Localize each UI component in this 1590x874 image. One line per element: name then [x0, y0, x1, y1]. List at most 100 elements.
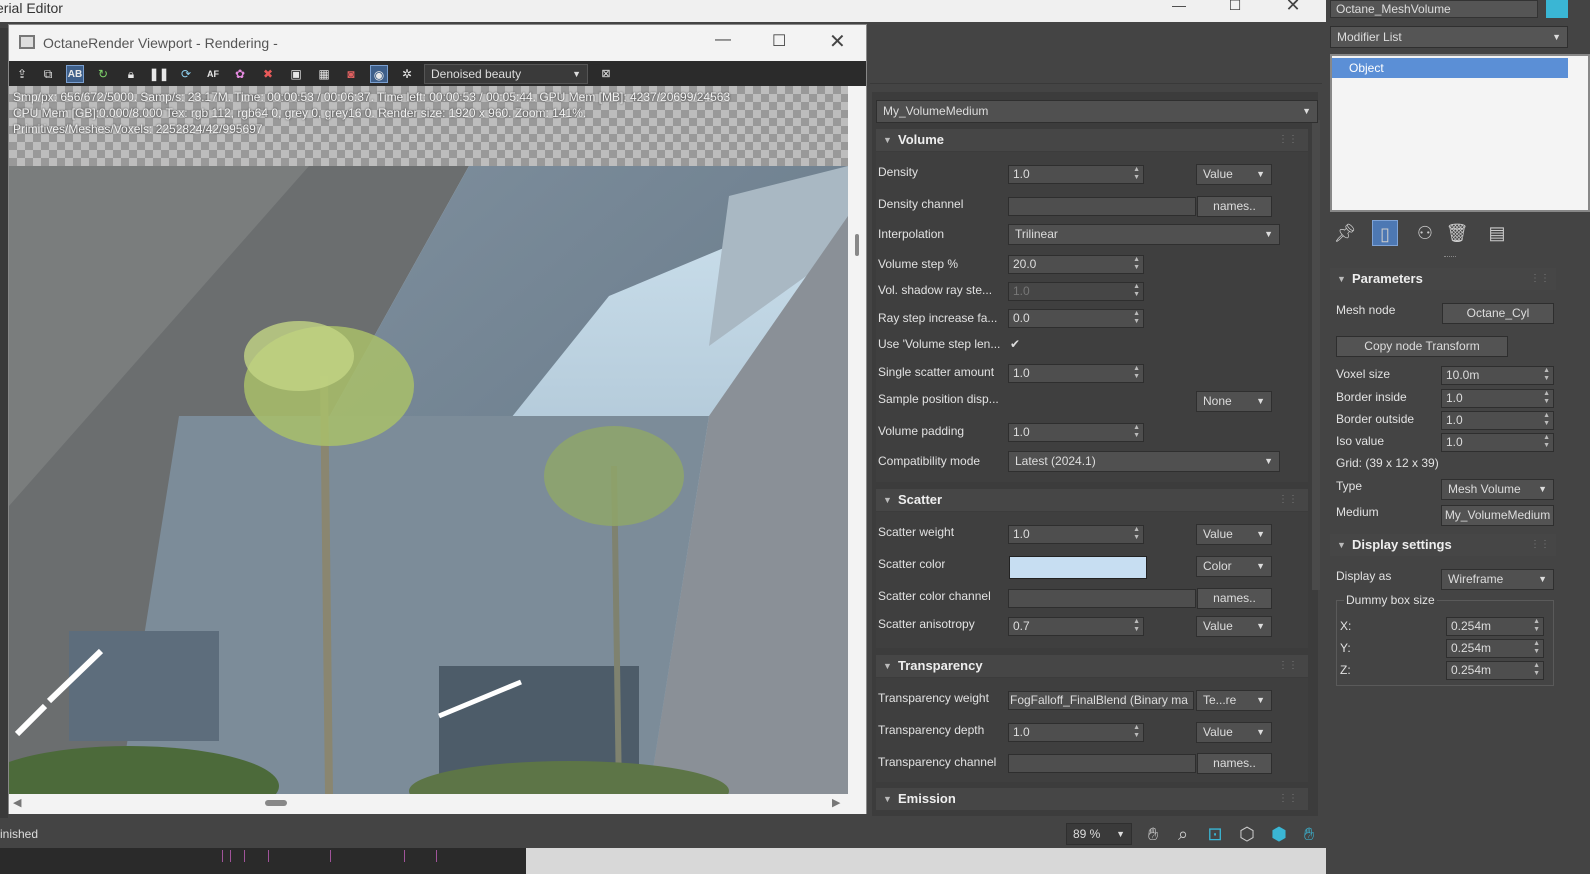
close-icon[interactable]: ✕: [829, 29, 846, 54]
medium-button[interactable]: My_VolumeMedium: [1441, 505, 1554, 526]
mesh-node-button[interactable]: Octane_Cyl: [1442, 303, 1554, 324]
spinner-icon[interactable]: ▲ ▼: [1133, 618, 1140, 634]
scroll-left-icon[interactable]: ◀: [13, 796, 21, 809]
zoom-dropdown[interactable]: 89 % ▼: [1066, 823, 1132, 845]
copy-icon[interactable]: ⧉: [39, 65, 57, 83]
region-select-icon[interactable]: ⊠: [597, 65, 615, 83]
zoom-extents-icon[interactable]: ⬢: [1266, 821, 1292, 847]
transparency-weight-texture[interactable]: FogFalloff_FinalBlend (Binary ma: [1008, 691, 1194, 710]
iso-value-input[interactable]: 1.0 ▲ ▼: [1441, 433, 1554, 452]
density-mode-dropdown[interactable]: Value ▼: [1196, 164, 1272, 185]
transparency-channel-names-button[interactable]: names..: [1197, 753, 1272, 774]
spinner-icon[interactable]: ▲ ▼: [1133, 424, 1140, 440]
parameters-section-header[interactable]: ▼ Parameters ⋮⋮: [1330, 268, 1556, 290]
ray-step-increase-input[interactable]: 0.0 ▲ ▼: [1008, 309, 1144, 328]
restart-icon[interactable]: ↻: [94, 65, 112, 83]
type-dropdown[interactable]: Mesh Volume ▼: [1441, 479, 1554, 500]
scroll-right-icon[interactable]: ▶: [832, 796, 840, 809]
maximize-icon[interactable]: ☐: [772, 31, 786, 51]
spinner-icon[interactable]: ▲ ▼: [1133, 526, 1140, 542]
configure-modifier-sets-icon[interactable]: ▤: [1484, 220, 1510, 246]
pause-icon[interactable]: ❚❚: [149, 65, 169, 83]
viewport-vertical-scrollbar[interactable]: [848, 86, 866, 794]
pin-stack-icon[interactable]: 📌︎: [1332, 220, 1358, 246]
transparency-channel-field[interactable]: [1008, 754, 1196, 773]
scatter-color-channel-names-button[interactable]: names..: [1197, 588, 1272, 609]
scatter-section-header[interactable]: ▼ Scatter ⋮⋮: [876, 489, 1308, 511]
material-panel-scrollbar[interactable]: [1312, 120, 1320, 590]
af-icon[interactable]: AF: [204, 65, 222, 83]
minimize-icon[interactable]: —: [715, 31, 731, 49]
sample-position-dropdown[interactable]: None ▼: [1196, 391, 1272, 412]
object-color-swatch[interactable]: [1546, 0, 1568, 18]
minimize-button[interactable]: —: [1156, 0, 1202, 22]
dummy-x-input[interactable]: 0.254m ▲ ▼: [1446, 617, 1544, 636]
orbit-cube-icon[interactable]: ⬡: [1234, 821, 1260, 847]
stack-item-object[interactable]: Object: [1332, 58, 1568, 78]
spinner-icon[interactable]: ▲ ▼: [1133, 310, 1140, 326]
scatter-color-mode-dropdown[interactable]: Color ▼: [1196, 556, 1272, 577]
show-end-result-icon[interactable]: ▯: [1372, 220, 1398, 246]
splitter-grip[interactable]: [1444, 256, 1456, 258]
modifier-list-dropdown[interactable]: Modifier List ▼: [1330, 26, 1568, 48]
scatter-weight-mode-dropdown[interactable]: Value ▼: [1196, 524, 1272, 545]
lock-icon[interactable]: 🔒︎: [122, 65, 140, 83]
make-unique-icon[interactable]: ⚇: [1412, 220, 1438, 246]
border-inside-input[interactable]: 1.0 ▲ ▼: [1441, 389, 1554, 408]
volume-padding-input[interactable]: 1.0 ▲ ▼: [1008, 423, 1144, 442]
compat-mode-dropdown[interactable]: Latest (2024.1) ▼: [1008, 451, 1280, 472]
volume-step-input[interactable]: 20.0 ▲ ▼: [1008, 255, 1144, 274]
screen-icon[interactable]: ▣: [287, 65, 305, 83]
spinner-icon[interactable]: ▲ ▼: [1543, 412, 1550, 428]
spinner-icon[interactable]: ▲ ▼: [1543, 434, 1550, 450]
transparency-depth-mode-dropdown[interactable]: Value ▼: [1196, 722, 1272, 743]
close-button[interactable]: ✕: [1270, 0, 1316, 22]
spinner-icon[interactable]: ▲ ▼: [1133, 256, 1140, 272]
timeline-track[interactable]: [0, 848, 1326, 874]
volume-section-header[interactable]: ▼ Volume ⋮⋮: [876, 129, 1308, 151]
ab-compare-icon[interactable]: AB: [66, 65, 84, 83]
viewport-horizontal-scrollbar[interactable]: ◀ ▶: [9, 794, 866, 814]
trash-icon[interactable]: 🗑︎: [1444, 220, 1470, 246]
display-as-dropdown[interactable]: Wireframe ▼: [1441, 569, 1554, 590]
medium-selector[interactable]: My_VolumeMedium ▼: [876, 100, 1318, 123]
film-icon[interactable]: ▦: [315, 65, 333, 83]
render-canvas[interactable]: Smp/px: 656/672/5000. Samp/s: 23.17M. Ti…: [9, 86, 848, 794]
interpolation-dropdown[interactable]: Trilinear ▼: [1008, 224, 1280, 245]
density-channel-field[interactable]: [1008, 197, 1196, 216]
pan-view-icon[interactable]: ✋︎: [1296, 821, 1322, 847]
voxel-size-input[interactable]: 10.0m ▲ ▼: [1441, 366, 1554, 385]
scatter-anisotropy-mode-dropdown[interactable]: Value ▼: [1196, 616, 1272, 637]
transparency-depth-input[interactable]: 1.0 ▲ ▼: [1008, 723, 1144, 742]
vertical-scroll-thumb[interactable]: [855, 234, 859, 256]
scatter-weight-input[interactable]: 1.0 ▲ ▼: [1008, 525, 1144, 544]
transparency-section-header[interactable]: ▼ Transparency ⋮⋮: [876, 655, 1308, 677]
object-name-field[interactable]: Octane_MeshVolume: [1330, 0, 1538, 18]
border-outside-input[interactable]: 1.0 ▲ ▼: [1441, 411, 1554, 430]
scatter-color-channel-field[interactable]: [1008, 589, 1196, 608]
region-icon[interactable]: ✖: [259, 65, 277, 83]
spinner-icon[interactable]: ▲ ▼: [1533, 640, 1540, 656]
settings-icon[interactable]: ✲: [398, 65, 416, 83]
density-input[interactable]: 1.0 ▲ ▼: [1008, 165, 1144, 184]
scatter-anisotropy-input[interactable]: 0.7 ▲ ▼: [1008, 617, 1144, 636]
maximize-button[interactable]: ☐: [1212, 0, 1258, 22]
scatter-color-swatch[interactable]: [1009, 556, 1147, 579]
density-channel-names-button[interactable]: names..: [1197, 196, 1272, 217]
transparency-weight-mode-dropdown[interactable]: Te...re ▼: [1196, 690, 1272, 711]
horizontal-scroll-thumb[interactable]: [265, 800, 287, 806]
spinner-icon[interactable]: ▲ ▼: [1533, 618, 1540, 634]
color-picker-icon[interactable]: ✿: [231, 65, 249, 83]
camera-icon[interactable]: ◙: [342, 65, 360, 83]
send-scene-icon[interactable]: ⇪: [13, 65, 31, 83]
display-settings-section-header[interactable]: ▼ Display settings ⋮⋮: [1330, 534, 1556, 556]
zoom-magnifier-icon[interactable]: ⌕: [1170, 821, 1196, 847]
dummy-y-input[interactable]: 0.254m ▲ ▼: [1446, 639, 1544, 658]
refresh-icon[interactable]: ⟳: [177, 65, 195, 83]
single-scatter-input[interactable]: 1.0 ▲ ▼: [1008, 364, 1144, 383]
emission-section-header[interactable]: ▼ Emission ⋮⋮: [876, 788, 1308, 810]
viewport-lock-icon[interactable]: ◉: [370, 65, 388, 83]
pan-hand-icon[interactable]: ✋︎: [1140, 821, 1166, 847]
spinner-icon[interactable]: ▲ ▼: [1133, 166, 1140, 182]
dummy-z-input[interactable]: 0.254m ▲ ▼: [1446, 661, 1544, 680]
